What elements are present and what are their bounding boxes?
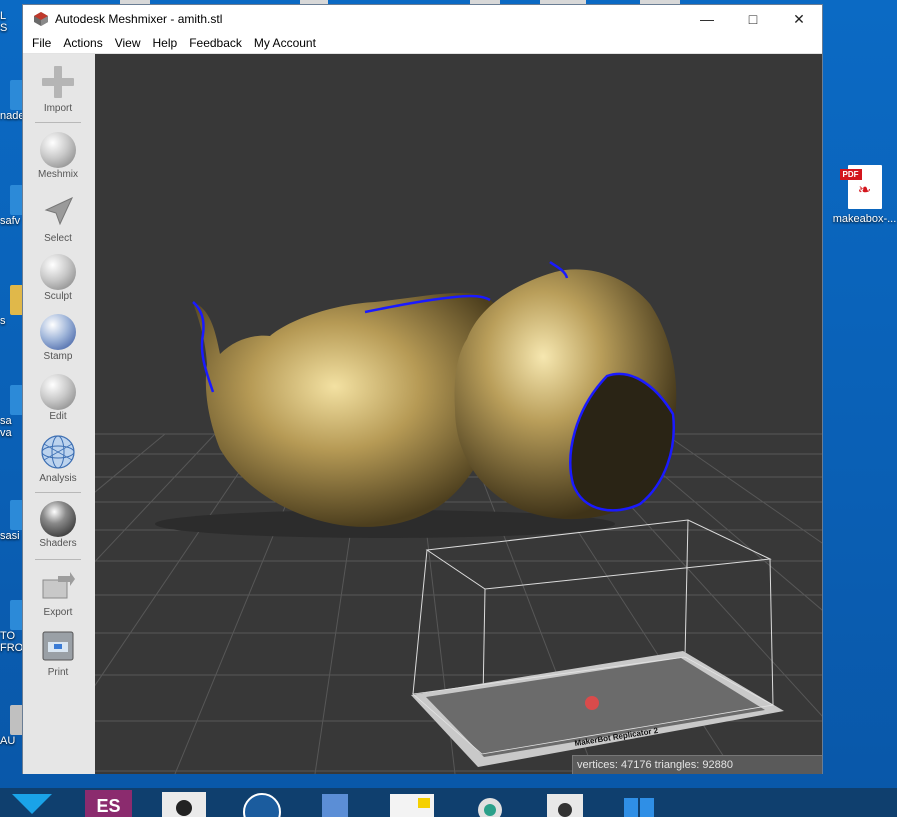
mesh-stats-status: vertices: 47176 triangles: 92880 <box>572 755 822 774</box>
tool-label: Shaders <box>39 538 77 549</box>
taskbar: ES <box>0 788 897 817</box>
origin-marker <box>585 696 599 710</box>
export-icon <box>42 572 75 599</box>
fleur-stamp-icon <box>40 314 76 350</box>
es-app-label: ES <box>96 796 121 816</box>
minimize-button[interactable]: — <box>684 5 730 33</box>
edit-button[interactable]: Edit <box>23 374 93 422</box>
windows-store-icon[interactable] <box>618 790 662 817</box>
tool-label: Export <box>43 607 73 618</box>
stamp-button[interactable]: Stamp <box>23 314 93 362</box>
tool-label: Sculpt <box>44 291 72 302</box>
desktop-icon[interactable]: sasi <box>0 500 24 542</box>
taskbar-app-icon[interactable] <box>545 790 585 817</box>
sculpt-button[interactable]: Sculpt <box>23 254 93 302</box>
import-button[interactable]: Import <box>23 64 93 114</box>
title-bar[interactable]: Autodesk Meshmixer - amith.stl — □ ✕ <box>23 5 822 33</box>
maximize-icon: □ <box>748 11 758 27</box>
pdf-icon: PDF ❧ <box>839 165 882 209</box>
meshmix-button[interactable]: Meshmix <box>23 132 93 180</box>
brush-icon <box>40 254 76 290</box>
desktop-icon-label: S <box>0 22 8 34</box>
taskbar-app-icon[interactable] <box>238 790 286 817</box>
print-button[interactable]: Print <box>23 628 93 678</box>
menu-help[interactable]: Help <box>147 36 184 50</box>
maximize-button[interactable]: □ <box>730 5 776 33</box>
menu-feedback[interactable]: Feedback <box>183 36 248 50</box>
tool-label: Stamp <box>43 351 73 362</box>
desktop-icon[interactable]: sa va <box>0 385 24 439</box>
toolbar-divider <box>35 559 81 560</box>
select-button[interactable]: Select <box>23 194 93 244</box>
desktop-icon[interactable]: s <box>0 285 24 327</box>
menu-file[interactable]: File <box>26 36 57 50</box>
close-icon: ✕ <box>793 10 805 27</box>
desktop-icon[interactable]: safv <box>0 185 24 227</box>
start-app-icon[interactable] <box>8 790 56 817</box>
tool-label: Meshmix <box>37 169 78 180</box>
scene-svg: MakerBot Replicator 2 <box>95 260 822 774</box>
taskbar-app-icon[interactable] <box>388 790 436 817</box>
toolbar-divider <box>35 492 81 493</box>
menu-my-account[interactable]: My Account <box>248 36 322 50</box>
taskbar-app-icon[interactable] <box>472 790 508 817</box>
desktop-icon[interactable]: AU <box>0 705 24 747</box>
meshmixer-window: Autodesk Meshmixer - amith.stl — □ ✕ Fil… <box>22 4 823 774</box>
desktop-icon-label: va <box>0 427 12 439</box>
document-icon[interactable] <box>318 790 354 817</box>
bunny-sphere-icon <box>40 132 76 168</box>
desktop-icon[interactable]: nade <box>0 80 24 122</box>
minimize-icon: — <box>700 11 714 27</box>
export-button[interactable]: Export <box>23 568 93 618</box>
arrow-cursor-icon <box>44 196 74 226</box>
meshmixer-app-icon <box>34 12 48 26</box>
tool-label: Edit <box>49 411 67 422</box>
menu-bar: File Actions View Help Feedback My Accou… <box>23 33 822 54</box>
acrobat-swirl-icon: ❧ <box>857 182 872 199</box>
wireframe-sphere-icon <box>41 435 75 469</box>
menu-view[interactable]: View <box>109 36 147 50</box>
desktop-icon-label: s <box>0 315 6 327</box>
desktop-icon-label: FRO <box>0 642 24 654</box>
shader-sphere-icon <box>40 501 76 537</box>
3d-viewport[interactable]: MakerBot Replicator 2 vertices: 47176 tr… <box>95 54 822 774</box>
menu-actions[interactable]: Actions <box>57 36 108 50</box>
desktop-icon-label: sasi <box>0 530 20 542</box>
desktop-icon-label: sa <box>0 415 12 427</box>
pdf-badge: PDF <box>839 169 862 180</box>
desktop-icon-label: makeabox-... <box>832 213 897 225</box>
shaders-button[interactable]: Shaders <box>23 501 93 549</box>
desktop-icon-pdf[interactable]: PDF ❧ makeabox-... <box>832 165 897 225</box>
desktop-icon-label: safv <box>0 215 21 227</box>
window-title: Autodesk Meshmixer - amith.stl <box>55 12 223 26</box>
tool-label: Select <box>44 233 72 244</box>
desktop-icon-label: nade <box>0 110 25 122</box>
desktop-icon[interactable]: L S <box>0 10 24 34</box>
tool-label: Print <box>47 667 69 678</box>
tool-label: Import <box>43 103 73 114</box>
build-plate <box>411 651 784 767</box>
close-button[interactable]: ✕ <box>776 5 822 33</box>
tool-label: Analysis <box>39 473 77 484</box>
desktop-icon[interactable]: TO FRO <box>0 600 24 654</box>
taskbar-es-app[interactable]: ES <box>85 790 132 817</box>
edit-mesh-icon <box>40 374 76 410</box>
taskbar-app-icon[interactable] <box>160 790 208 817</box>
toolbar-divider <box>35 122 81 123</box>
plus-icon <box>42 66 74 98</box>
tool-sidebar: Import Meshmix Select Sculpt Stamp Edit <box>23 54 96 774</box>
printer-icon <box>42 631 74 661</box>
analysis-button[interactable]: Analysis <box>23 434 93 484</box>
desktop-icon-label: TO <box>0 630 16 642</box>
desktop-icon-label: L <box>0 10 7 22</box>
desktop-icon-label: AU <box>0 735 16 747</box>
